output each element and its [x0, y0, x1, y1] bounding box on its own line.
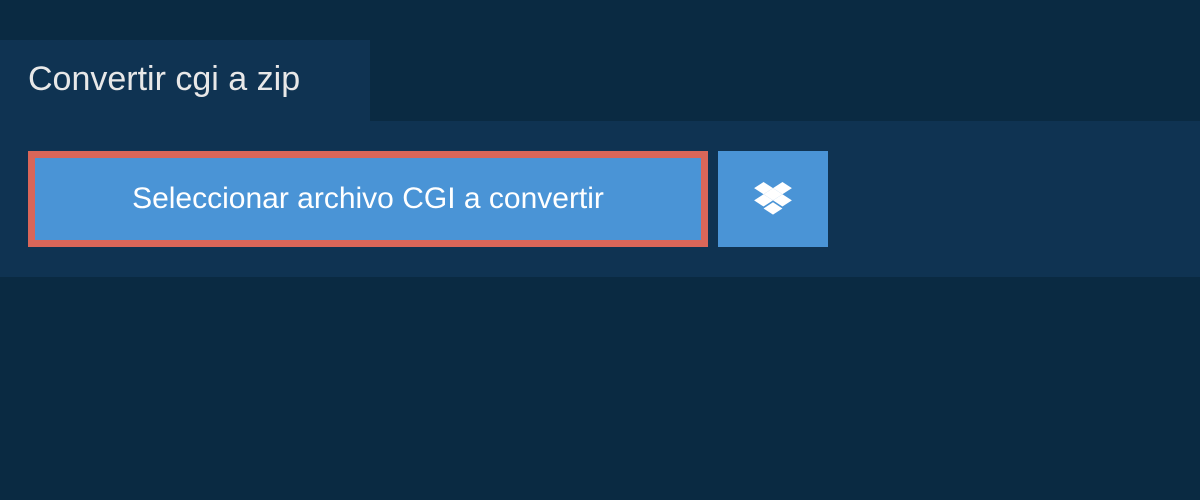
select-file-button[interactable]: Seleccionar archivo CGI a convertir — [28, 151, 708, 247]
tab-title: Convertir cgi a zip — [28, 60, 300, 98]
tab-convert[interactable]: Convertir cgi a zip — [0, 40, 370, 121]
select-file-label: Seleccionar archivo CGI a convertir — [132, 182, 604, 216]
convert-panel: Seleccionar archivo CGI a convertir — [0, 121, 1200, 277]
dropbox-button[interactable] — [718, 151, 828, 247]
dropbox-icon — [754, 182, 792, 216]
button-row: Seleccionar archivo CGI a convertir — [28, 151, 1172, 247]
